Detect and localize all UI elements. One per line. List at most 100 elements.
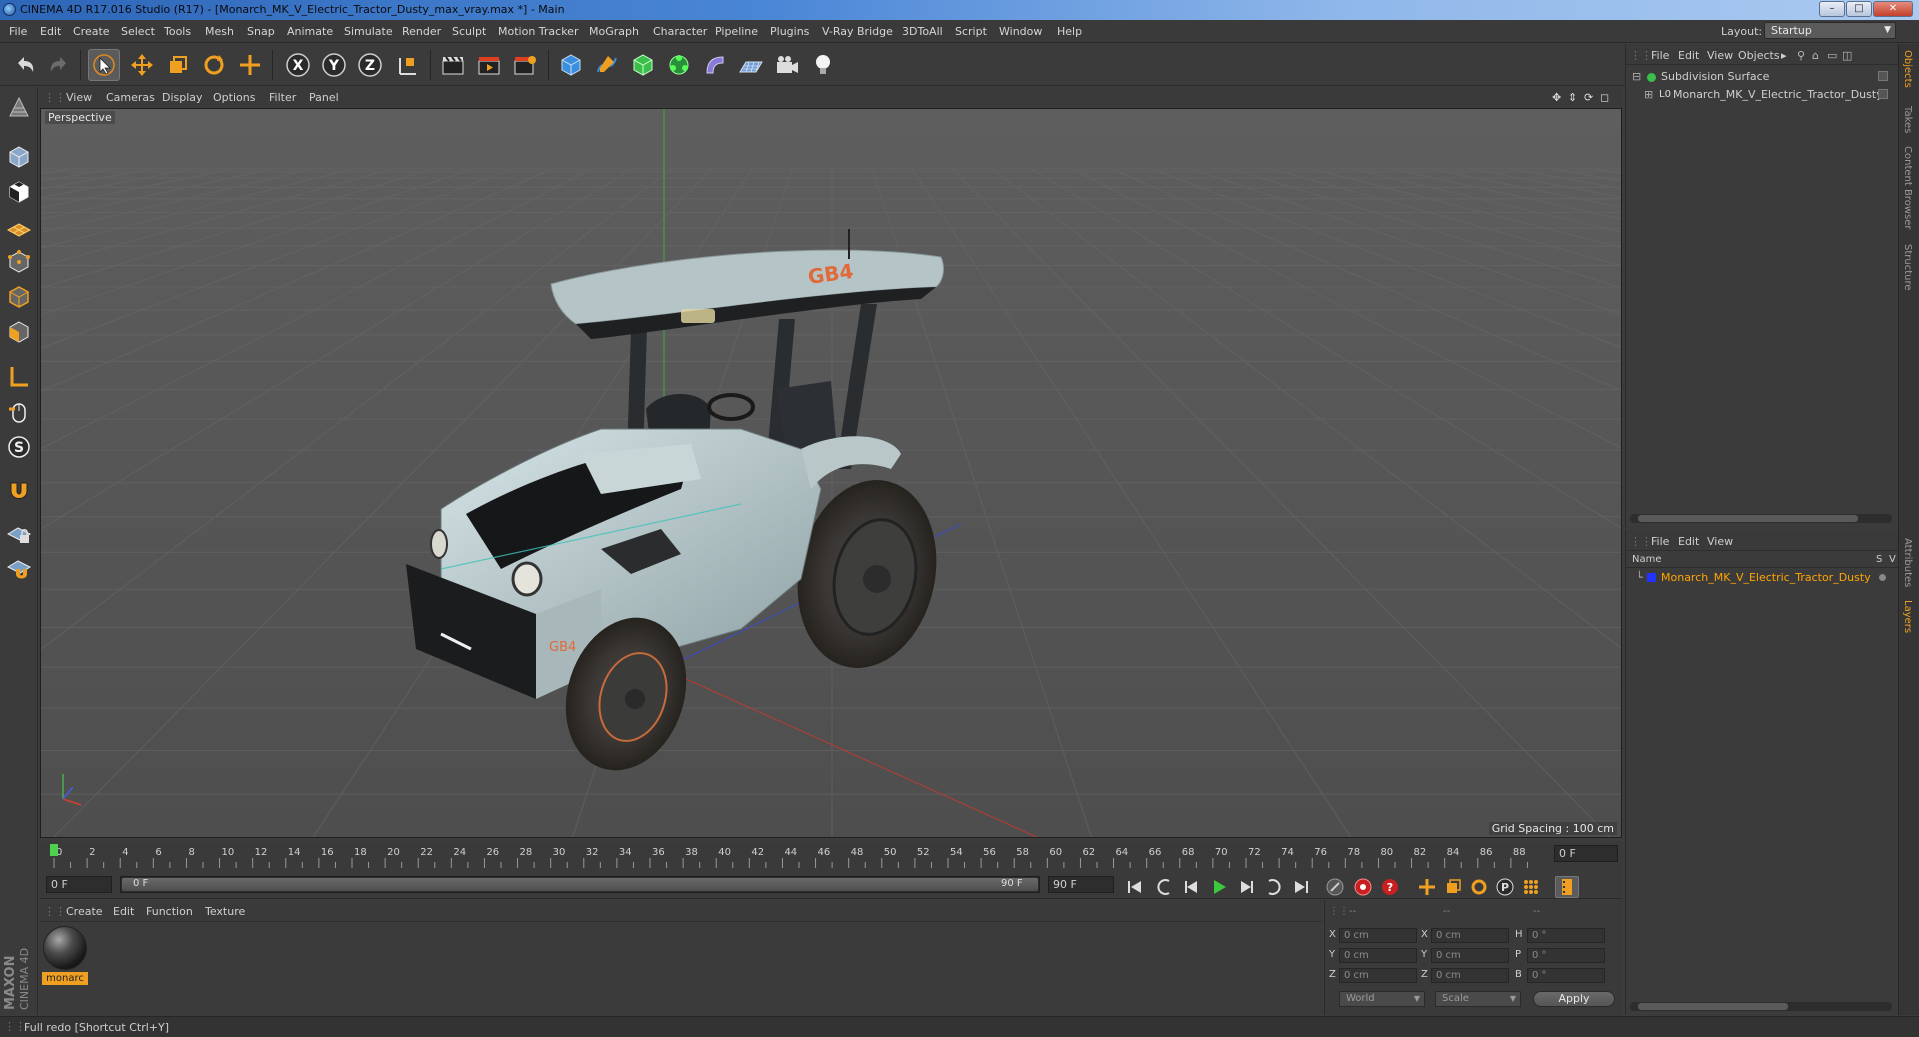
close-button[interactable]: ✕ [1873, 1, 1913, 17]
frame-range-slider[interactable]: 0 F 90 F [120, 876, 1040, 893]
menu-mograph[interactable]: MoGraph [589, 25, 639, 38]
position-x-field[interactable]: 0 cm [1339, 928, 1417, 943]
scale-key-button[interactable] [1441, 876, 1465, 898]
name-column-header[interactable]: Name [1632, 554, 1662, 565]
position-y-field[interactable]: 0 cm [1339, 948, 1417, 963]
timeline-ticks[interactable]: 0 2 4 6 8 10 12 14 16 18 20 22 24 26 28 30 32 34 36 38 40 42 4… [40, 842, 1540, 874]
object-row-subdivision-surface[interactable]: ⊟ Subdivision Surface [1626, 68, 1898, 85]
perspective-viewport[interactable]: GB4 GB4 Perspective Grid Spacing: 100 c… [40, 108, 1622, 838]
new-window-icon[interactable]: ▭ [1827, 49, 1837, 62]
menu-plugins[interactable]: Plugins [770, 25, 809, 38]
y-axis-lock-button[interactable]: Y [318, 49, 350, 81]
model-mode-button[interactable] [3, 141, 35, 173]
viewport-menu-filter[interactable]: Filter [269, 91, 296, 104]
move-tool-button[interactable] [126, 49, 158, 81]
layers-menu-file[interactable]: File [1651, 535, 1669, 548]
menu-create[interactable]: Create [73, 25, 110, 38]
rotation-h-field[interactable]: 0 ° [1527, 928, 1605, 943]
chevron-right-icon[interactable]: ▸ [1781, 49, 1787, 62]
menu-help[interactable]: Help [1057, 25, 1082, 38]
scale-tool-button[interactable] [162, 49, 194, 81]
go-to-end-button[interactable] [1289, 876, 1313, 898]
snap-button[interactable]: S [3, 431, 35, 463]
timeline-playhead[interactable] [50, 844, 58, 856]
add-array-button[interactable] [663, 49, 695, 81]
undo-button[interactable] [9, 49, 41, 81]
menu-character[interactable]: Character [653, 25, 707, 38]
material-menu-function[interactable]: Function [146, 905, 193, 918]
visibility-toggle[interactable] [1878, 71, 1888, 81]
search-icon[interactable]: ⚲ [1797, 49, 1805, 62]
timeline-ruler[interactable]: 0 2 4 6 8 10 12 14 16 18 20 22 24 26 28 30 32 34 36 38 40 42 4… [40, 842, 1622, 874]
solo-dot[interactable] [1879, 574, 1886, 581]
workplane-mode-button[interactable] [3, 211, 35, 243]
menu-file[interactable]: File [9, 25, 27, 38]
point-level-animation-button[interactable] [1519, 876, 1543, 898]
play-button[interactable] [1207, 876, 1231, 898]
size-x-field[interactable]: 0 cm [1431, 928, 1509, 943]
timeline-layout-button[interactable] [1555, 876, 1579, 898]
viewport-canvas[interactable]: GB4 GB4 [41, 109, 1622, 838]
add-spline-button[interactable] [591, 49, 623, 81]
keyframe-selection-button[interactable]: ? [1378, 876, 1402, 898]
enable-snap-button[interactable] [3, 475, 35, 507]
view-column-header[interactable]: V [1889, 554, 1896, 565]
menu-render[interactable]: Render [402, 25, 441, 38]
material-menu-texture[interactable]: Texture [205, 905, 245, 918]
render-settings-button[interactable] [509, 49, 541, 81]
objects-menu-view[interactable]: View [1707, 49, 1733, 62]
size-y-field[interactable]: 0 cm [1431, 948, 1509, 963]
coordinate-system-button[interactable] [392, 49, 424, 81]
objects-menu-objects[interactable]: Objects [1738, 49, 1780, 62]
viewport-menu-view[interactable]: View [66, 91, 92, 104]
menu-select[interactable]: Select [121, 25, 155, 38]
horizontal-scrollbar[interactable] [1630, 514, 1892, 523]
menu-pipeline[interactable]: Pipeline [715, 25, 758, 38]
menu-motion-tracker[interactable]: Motion Tracker [498, 25, 578, 38]
menu-tools[interactable]: Tools [164, 25, 191, 38]
layer-color-swatch[interactable] [1647, 573, 1656, 582]
parameter-key-button[interactable]: P [1493, 876, 1517, 898]
live-selection-button[interactable] [88, 49, 120, 81]
material-swatch[interactable]: monarc [40, 923, 92, 989]
end-frame-field[interactable]: 90 F [1048, 876, 1114, 893]
planar-workplane-button[interactable] [3, 552, 35, 584]
menu-3dtoall[interactable]: 3DToAll [902, 25, 943, 38]
objects-menu-edit[interactable]: Edit [1678, 49, 1699, 62]
size-mode-dropdown[interactable]: Scale ▼ [1435, 991, 1521, 1007]
material-menu-edit[interactable]: Edit [113, 905, 134, 918]
viewport-menu-cameras[interactable]: Cameras [106, 91, 155, 104]
add-camera-button[interactable] [771, 49, 803, 81]
add-generator-button[interactable] [627, 49, 659, 81]
rotation-p-field[interactable]: 0 ° [1527, 948, 1605, 963]
tab-attributes[interactable]: Attributes [1902, 538, 1913, 587]
layers-menu-edit[interactable]: Edit [1678, 535, 1699, 548]
tab-content-browser[interactable]: Content Browser [1902, 146, 1913, 229]
tab-takes[interactable]: Takes [1902, 106, 1913, 133]
add-deformer-button[interactable] [699, 49, 731, 81]
tab-structure[interactable]: Structure [1902, 244, 1913, 291]
viewport-menu-panel[interactable]: Panel [309, 91, 339, 104]
redo-button[interactable] [43, 49, 75, 81]
minimize-button[interactable]: – [1819, 1, 1845, 17]
layout-dropdown[interactable]: Startup ▼ [1764, 22, 1896, 39]
objects-menu-file[interactable]: File [1651, 49, 1669, 62]
viewport-zoom-icon[interactable]: ⇕ [1568, 91, 1577, 104]
make-editable-button[interactable] [3, 91, 35, 123]
render-view-button[interactable] [437, 49, 469, 81]
tab-objects[interactable]: Objects [1902, 50, 1913, 88]
add-light-button[interactable] [807, 49, 839, 81]
panel-toggle-icon[interactable]: ◫ [1842, 49, 1852, 62]
menu-simulate[interactable]: Simulate [344, 25, 393, 38]
previous-key-button[interactable] [1153, 876, 1177, 898]
rotation-b-field[interactable]: 0 ° [1527, 968, 1605, 983]
position-z-field[interactable]: 0 cm [1339, 968, 1417, 983]
menu-vray-bridge[interactable]: V-Ray Bridge [822, 25, 893, 38]
menu-edit[interactable]: Edit [40, 25, 61, 38]
menu-script[interactable]: Script [955, 25, 987, 38]
edges-mode-button[interactable] [3, 281, 35, 313]
maximize-button[interactable]: □ [1846, 1, 1872, 17]
solo-column-header[interactable]: S [1876, 554, 1882, 565]
apply-button[interactable]: Apply [1533, 991, 1615, 1007]
tab-layers[interactable]: Layers [1902, 600, 1913, 633]
